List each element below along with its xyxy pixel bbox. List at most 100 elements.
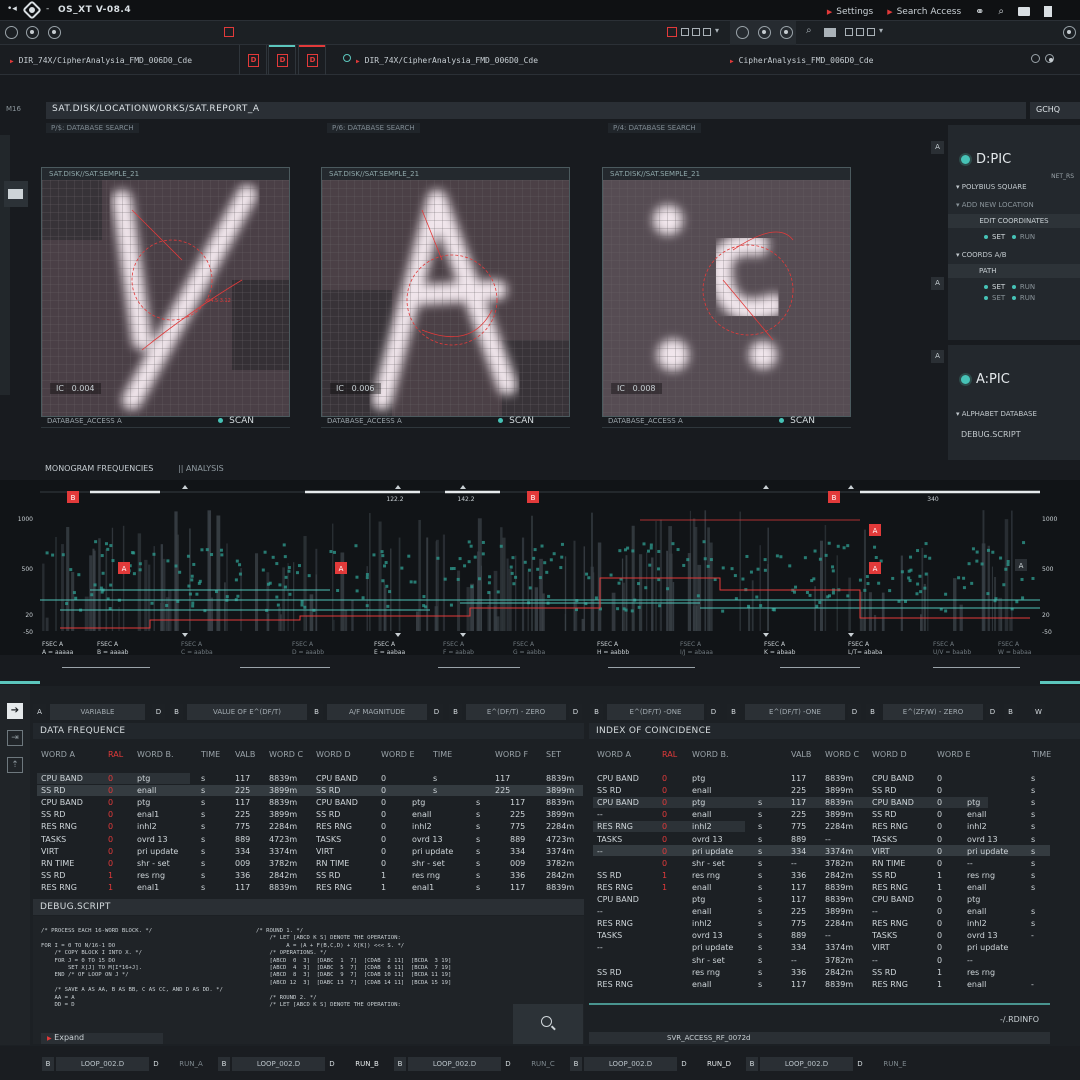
toolbar-gear-icon-2[interactable] bbox=[736, 26, 749, 39]
toolbar-folder-icon[interactable] bbox=[824, 28, 836, 37]
folder-icon[interactable] bbox=[1018, 7, 1030, 16]
footer-badge-b[interactable]: B bbox=[42, 1057, 54, 1071]
tab-target-icon[interactable] bbox=[1045, 54, 1054, 63]
chevron-down-icon[interactable]: ▾ bbox=[715, 26, 719, 35]
toolbar-target-icon[interactable] bbox=[48, 26, 61, 39]
link-icon[interactable]: ⚭ bbox=[975, 5, 984, 18]
forward-icon[interactable]: ⇥ bbox=[7, 730, 23, 746]
edit-coordinates-button[interactable]: EDIT COORDINATES bbox=[948, 214, 1080, 228]
col-badge[interactable]: B bbox=[310, 704, 323, 720]
a-badge-2[interactable]: A bbox=[931, 277, 944, 290]
chevron-down-icon-2[interactable]: ▾ bbox=[879, 26, 883, 35]
toolbar-close-icon[interactable] bbox=[224, 27, 234, 37]
a-badge-1[interactable]: A bbox=[931, 141, 944, 154]
scan-panel-2[interactable]: SAT.DISK//SAT.SEMPLE_21 IC 0.006 bbox=[321, 167, 570, 417]
toolbar-alert-icon[interactable] bbox=[667, 27, 677, 37]
add-location-item[interactable]: ▾ ADD NEW LOCATION bbox=[948, 198, 1080, 212]
polybius-item[interactable]: ▾ POLYBIUS SQUARE bbox=[948, 180, 1080, 194]
monogram-chart[interactable]: 1000 1000 500 500 20 20 -50 -50 122.2 142.2 340 B B B… bbox=[0, 480, 1080, 655]
footer-badge-b[interactable]: B bbox=[218, 1057, 230, 1071]
column-header[interactable]: E^(DF/T) - ZERO bbox=[466, 704, 566, 720]
set-option[interactable]: SET bbox=[984, 283, 1005, 291]
col-badge[interactable]: B bbox=[1004, 704, 1017, 720]
col-badge[interactable]: B bbox=[590, 704, 603, 720]
doc-tab-2[interactable]: D bbox=[268, 45, 296, 75]
scan-button-1[interactable]: SCAN bbox=[218, 416, 254, 426]
col-badge[interactable]: B bbox=[727, 704, 740, 720]
run-option[interactable]: RUN bbox=[1012, 233, 1035, 241]
column-header[interactable]: E^(DF/T) -ONE bbox=[745, 704, 845, 720]
code-search-button[interactable] bbox=[513, 1004, 583, 1044]
col-badge[interactable]: B bbox=[866, 704, 879, 720]
col-badge[interactable]: W bbox=[1032, 704, 1045, 720]
col-badge[interactable]: D bbox=[848, 704, 861, 720]
footer-badge-b[interactable]: B bbox=[570, 1057, 582, 1071]
col-badge[interactable]: D bbox=[569, 704, 582, 720]
search-icon[interactable]: ⌕ bbox=[998, 6, 1004, 17]
tab-path-mid[interactable]: DIR_74X/CipherAnalysia_FMD_006D0_Cde bbox=[356, 56, 538, 65]
col-badge[interactable]: B bbox=[170, 704, 183, 720]
footer-badge-d[interactable]: D bbox=[678, 1057, 690, 1071]
run-button[interactable]: RUN_D bbox=[698, 1057, 740, 1071]
footer-badge-d[interactable]: D bbox=[502, 1057, 514, 1071]
toolbar-record-icon-2[interactable] bbox=[758, 26, 771, 39]
column-header[interactable]: E^(ZF/W) - ZERO bbox=[883, 704, 983, 720]
col-badge[interactable]: D bbox=[986, 704, 999, 720]
loop-button[interactable]: LOOP_002.D bbox=[408, 1057, 501, 1071]
loop-button[interactable]: LOOP_002.D bbox=[584, 1057, 677, 1071]
col-badge[interactable]: A bbox=[33, 704, 46, 720]
toolbar-search-icon[interactable]: ⌕ bbox=[806, 25, 812, 36]
footer-badge-d[interactable]: D bbox=[326, 1057, 338, 1071]
loop-button[interactable]: LOOP_002.D bbox=[56, 1057, 149, 1071]
debug-script-link[interactable]: DEBUG.SCRIPT bbox=[948, 427, 1080, 442]
search-access-link[interactable]: Search Access bbox=[887, 7, 962, 17]
set-option[interactable]: SET bbox=[984, 294, 1005, 302]
scan-panel-1[interactable]: SAT.DISK//SAT.SEMPLE_21 84.5 3.12 IC 0.0… bbox=[41, 167, 290, 417]
doc-tab-3[interactable]: D bbox=[298, 45, 326, 75]
run-button[interactable]: RUN_E bbox=[874, 1057, 916, 1071]
run-option[interactable]: RUN bbox=[1012, 283, 1035, 291]
col-badge[interactable]: D bbox=[707, 704, 720, 720]
run-option[interactable]: RUN bbox=[1012, 294, 1035, 302]
tab-gear-icon[interactable] bbox=[1031, 54, 1040, 63]
folder-button[interactable] bbox=[4, 181, 28, 207]
toolbar-target-icon-3[interactable] bbox=[1063, 26, 1076, 39]
expand-button[interactable]: ▶ Expand bbox=[41, 1033, 163, 1044]
col-badge[interactable]: D bbox=[430, 704, 443, 720]
set-option[interactable]: SET bbox=[984, 233, 1005, 241]
column-header[interactable]: E^(DF/T) -ONE bbox=[607, 704, 704, 720]
column-header[interactable]: A/F MAGNITUDE bbox=[327, 704, 427, 720]
toolbar-grid-icon-5[interactable] bbox=[856, 28, 864, 36]
scan-button-3[interactable]: SCAN bbox=[779, 416, 815, 426]
run-button[interactable]: RUN_C bbox=[522, 1057, 564, 1071]
document-icon[interactable] bbox=[1044, 6, 1052, 17]
run-button[interactable]: RUN_A bbox=[170, 1057, 212, 1071]
toolbar-grid-icon-6[interactable] bbox=[867, 28, 875, 36]
footer-badge-b[interactable]: B bbox=[394, 1057, 406, 1071]
col-badge[interactable]: B bbox=[449, 704, 462, 720]
scan-panel-3[interactable]: SAT.DISK//SAT.SEMPLE_21 IC 0.008 bbox=[602, 167, 851, 417]
toolbar-record-icon[interactable] bbox=[26, 26, 39, 39]
column-header[interactable]: VALUE OF E^(DF/T) bbox=[187, 704, 307, 720]
menu-dots-icon[interactable]: •◂ bbox=[7, 4, 17, 14]
tab-path-right[interactable]: CipherAnalysis_FMD_006D0_Cde bbox=[730, 56, 874, 65]
footer-badge-d[interactable]: D bbox=[150, 1057, 162, 1071]
tab-path-left[interactable]: DIR_74X/CipherAnalysia_FMD_006D0_Cde bbox=[10, 56, 192, 65]
coords-item[interactable]: ▾ COORDS A/B bbox=[948, 248, 1080, 262]
toolbar-grid-icon-4[interactable] bbox=[845, 28, 853, 36]
settings-link[interactable]: Settings bbox=[827, 7, 873, 17]
toolbar-gear-icon[interactable] bbox=[5, 26, 18, 39]
toolbar-grid-icon-2[interactable] bbox=[692, 28, 700, 36]
toolbar-grid-icon-3[interactable] bbox=[703, 28, 711, 36]
upload-icon[interactable]: ⇡ bbox=[7, 757, 23, 773]
toolbar-target-icon-2[interactable] bbox=[780, 26, 793, 39]
alphabet-item[interactable]: ▾ ALPHABET DATABASE bbox=[948, 407, 1080, 421]
loop-button[interactable]: LOOP_002.D bbox=[760, 1057, 853, 1071]
doc-tab-1[interactable]: D bbox=[239, 45, 267, 75]
loop-button[interactable]: LOOP_002.D bbox=[232, 1057, 325, 1071]
a-badge-3[interactable]: A bbox=[931, 350, 944, 363]
footer-badge-d[interactable]: D bbox=[854, 1057, 866, 1071]
toolbar-grid-icon[interactable] bbox=[681, 28, 689, 36]
scan-button-2[interactable]: SCAN bbox=[498, 416, 534, 426]
export-icon[interactable]: ➔ bbox=[7, 703, 23, 719]
